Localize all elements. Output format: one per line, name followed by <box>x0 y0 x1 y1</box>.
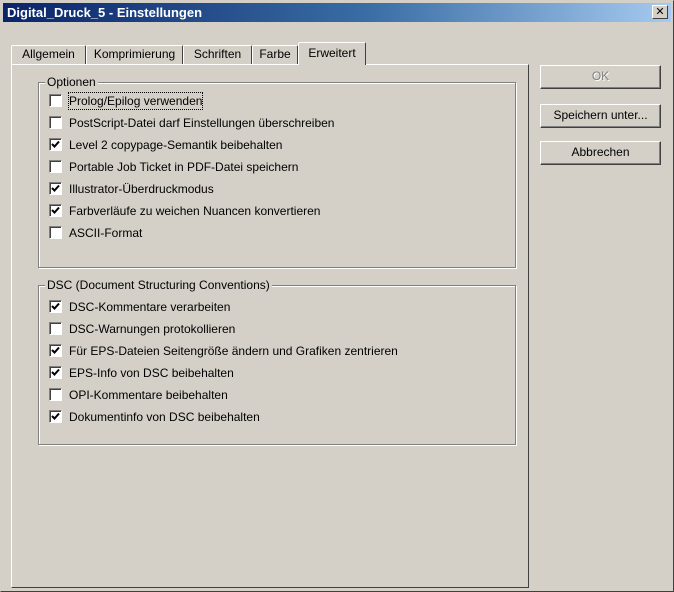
cancel-button-label: Abbrechen <box>571 145 630 159</box>
checkbox-label: Illustrator-Überdruckmodus <box>69 182 214 196</box>
save-as-button-label: Speichern unter... <box>553 108 648 122</box>
checkbox-box[interactable] <box>49 226 62 239</box>
checkbox-label: Für EPS-Dateien Seitengröße ändern und G… <box>69 344 398 358</box>
checkbox-label: PostScript-Datei darf Einstellungen über… <box>69 116 335 130</box>
close-button[interactable]: ✕ <box>652 5 668 19</box>
checkbox-box[interactable] <box>49 410 62 423</box>
checkbox-box[interactable] <box>49 366 62 379</box>
tab-label: Erweitert <box>308 46 356 60</box>
checkbox-label: DSC-Kommentare verarbeiten <box>69 300 231 314</box>
checkmark-icon <box>51 206 60 214</box>
tab-erweitert[interactable]: Erweitert <box>298 42 366 65</box>
tab-allgemein[interactable]: Allgemein <box>11 45 86 64</box>
checkbox-label: Portable Job Ticket in PDF-Datei speiche… <box>69 160 299 174</box>
checkbox-label: Dokumentinfo von DSC beibehalten <box>69 410 260 424</box>
window-title: Digital_Druck_5 - Einstellungen <box>7 5 203 20</box>
dsc-group: DSC (Document Structuring Conventions) D… <box>38 278 516 445</box>
tab-label: Schriften <box>193 47 242 61</box>
tab-label: Komprimierung <box>93 47 176 61</box>
checkbox-box[interactable] <box>49 344 62 357</box>
ok-button-label: OK <box>591 69 610 83</box>
checkbox-box[interactable] <box>49 160 62 173</box>
close-icon: ✕ <box>655 6 665 18</box>
checkmark-icon <box>51 302 60 310</box>
checkmark-icon <box>51 346 60 354</box>
checkbox-label: ASCII-Format <box>69 226 143 240</box>
checkbox-box[interactable] <box>49 94 62 107</box>
dsc-group-label: DSC (Document Structuring Conventions) <box>45 278 272 292</box>
save-as-button[interactable]: Speichern unter... <box>540 104 661 128</box>
title-bar[interactable]: Digital_Druck_5 - Einstellungen ✕ <box>3 3 671 22</box>
tab-schriften[interactable]: Schriften <box>183 45 252 64</box>
checkmark-icon <box>51 184 60 192</box>
checkbox-label: Level 2 copypage-Semantik beibehalten <box>69 138 283 152</box>
checkbox-box[interactable] <box>49 204 62 217</box>
tab-farbe[interactable]: Farbe <box>252 45 298 64</box>
checkbox-label: Farbverläufe zu weichen Nuancen konverti… <box>69 204 321 218</box>
checkbox-label: OPI-Kommentare beibehalten <box>69 388 228 402</box>
tab-label: Farbe <box>259 47 291 61</box>
tab-komprimierung[interactable]: Komprimierung <box>86 45 183 64</box>
checkbox-label: DSC-Warnungen protokollieren <box>69 322 236 336</box>
checkbox-label: Prolog/Epilog verwenden <box>67 92 204 110</box>
checkbox-box[interactable] <box>49 116 62 129</box>
checkbox-box[interactable] <box>49 138 62 151</box>
checkmark-icon <box>51 412 60 420</box>
tab-panel-erweitert: Optionen Prolog/Epilog verwenden PostScr… <box>11 64 529 588</box>
checkbox-box[interactable] <box>49 182 62 195</box>
checkmark-icon <box>51 368 60 376</box>
ok-button[interactable]: OK <box>540 65 661 89</box>
dialog-window: Digital_Druck_5 - Einstellungen ✕ Allgem… <box>0 0 674 592</box>
options-group-label: Optionen <box>45 75 98 89</box>
checkbox-box[interactable] <box>49 322 62 335</box>
options-group: Optionen Prolog/Epilog verwenden PostScr… <box>38 75 516 268</box>
checkbox-box[interactable] <box>49 388 62 401</box>
checkmark-icon <box>51 140 60 148</box>
checkbox-label: EPS-Info von DSC beibehalten <box>69 366 234 380</box>
tab-label: Allgemein <box>22 47 75 61</box>
checkbox-box[interactable] <box>49 300 62 313</box>
cancel-button[interactable]: Abbrechen <box>540 141 661 165</box>
